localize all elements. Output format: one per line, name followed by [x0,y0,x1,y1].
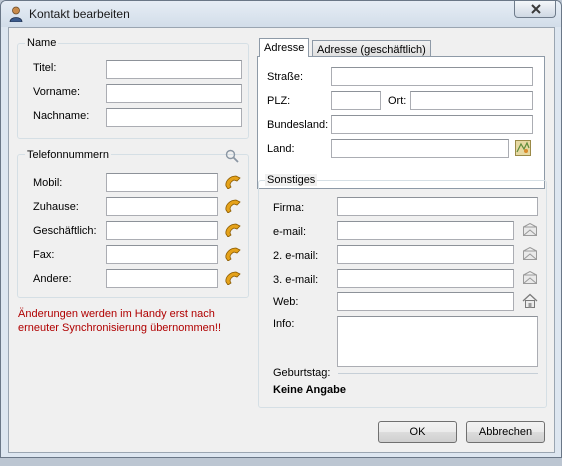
city-label: Ort: [388,95,407,107]
company-field[interactable] [337,197,538,216]
map-icon[interactable] [515,140,531,156]
fax-field[interactable] [106,245,218,264]
web-field[interactable] [337,292,514,311]
business-phone-field[interactable] [106,221,218,240]
country-label: Land: [267,143,295,155]
mail-icon[interactable] [523,271,537,284]
other-group-title: Sonstiges [265,174,318,186]
dialog-body: Name Titel: Vorname: Nachname: Telefonnu… [8,27,555,453]
email3-field[interactable] [337,269,514,288]
other-phone-label: Andere: [33,273,72,285]
web-label: Web: [273,296,299,308]
email-field[interactable] [337,221,514,240]
home-label: Zuhause: [33,201,79,213]
title-field[interactable] [106,60,242,79]
name-group-title: Name [25,37,59,49]
phone-icon[interactable] [224,223,242,237]
lastname-field[interactable] [106,108,242,127]
close-button[interactable] [514,1,556,18]
email2-field[interactable] [337,245,514,264]
window-title: Kontakt bearbeiten [29,7,130,21]
tab-business-address[interactable]: Adresse (geschäftlich) [312,40,431,56]
email2-label: 2. e-mail: [273,250,319,262]
company-label: Firma: [273,202,305,214]
lastname-label: Nachname: [33,110,90,122]
mail-icon[interactable] [523,223,537,236]
business-phone-label: Geschäftlich: [33,225,97,237]
info-field[interactable] [337,316,538,367]
birthday-value[interactable]: Keine Angabe [273,384,346,396]
state-label: Bundesland: [267,119,329,131]
phone-icon[interactable] [224,175,242,189]
mobile-label: Mobil: [33,177,63,189]
other-phone-field[interactable] [106,269,218,288]
firstname-field[interactable] [106,84,242,103]
birthday-label: Geburtstag: [273,367,331,379]
ok-button[interactable]: OK [378,421,457,443]
cancel-button[interactable]: Abbrechen [466,421,545,443]
fax-label: Fax: [33,249,55,261]
city-field[interactable] [410,91,533,110]
country-field[interactable] [331,139,509,158]
state-field[interactable] [331,115,533,134]
home-field[interactable] [106,197,218,216]
tab-address[interactable]: Adresse [259,38,310,57]
phone-group-title: Telefonnummern [25,149,111,161]
contact-person-icon [9,6,23,22]
home-icon[interactable] [522,293,538,308]
birthday-separator [338,373,538,374]
phone-icon[interactable] [224,199,242,213]
sync-warning: Änderungen werden im Handy erst nach ern… [18,308,222,334]
phone-icon[interactable] [224,247,242,261]
phone-icon[interactable] [224,271,242,285]
firstname-label: Vorname: [33,86,81,98]
email-label: e-mail: [273,226,307,238]
title-label: Titel: [33,62,57,74]
mobile-field[interactable] [106,173,218,192]
info-label: Info: [273,318,295,330]
email3-label: 3. e-mail: [273,274,319,286]
close-icon [531,4,541,14]
title-bar[interactable]: Kontakt bearbeiten [1,1,561,27]
search-icon[interactable] [225,149,239,163]
street-label: Straße: [267,71,304,83]
plz-field[interactable] [331,91,381,110]
plz-label: PLZ: [267,95,291,107]
street-field[interactable] [331,67,533,86]
dialog-window: Kontakt bearbeiten Name Titel: Vorname: … [0,0,562,458]
mail-icon[interactable] [523,247,537,260]
